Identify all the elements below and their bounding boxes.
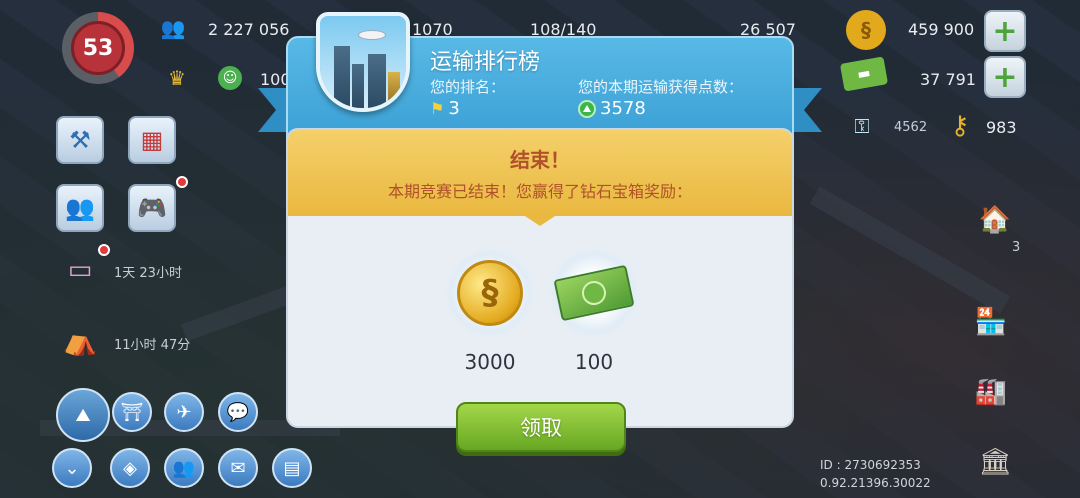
reward-amount: 3000 xyxy=(464,350,516,374)
chest-timer: 1天 23小时 xyxy=(114,266,182,281)
tent-icon[interactable]: ⛺ xyxy=(56,318,104,362)
version-text: 0.92.21396.30022 xyxy=(820,476,931,490)
simoleon-icon: § xyxy=(846,10,886,50)
chest-notification-dot xyxy=(98,244,110,256)
population-count: 2 227 056 xyxy=(208,20,290,39)
simoleons-count: 459 900 xyxy=(908,20,975,39)
club-button[interactable]: 👥 xyxy=(164,448,204,488)
treasure-chest-icon[interactable]: ▭ xyxy=(56,250,104,290)
result-banner: 结束！ 本期竞赛已结束！您赢得了钻石宝箱奖励： xyxy=(288,130,792,216)
factory-icon[interactable]: 🏭 xyxy=(964,370,1018,414)
golden-key-icon: ⚷ xyxy=(950,111,970,141)
cash-icon xyxy=(553,264,635,322)
notification-dot xyxy=(176,176,188,188)
rank-number: 3 xyxy=(448,98,460,119)
leaderboard-dialog: 运输排行榜 您的排名： ⚑ 3 您的本期运输获得点数： 3578 结束！ 本期竞… xyxy=(258,12,794,452)
collect-button[interactable]: 领取 xyxy=(456,402,626,452)
dialog-title: 运输排行榜 xyxy=(430,50,541,75)
golden-keys-count: 983 xyxy=(986,118,1017,137)
building-icon[interactable]: 🏠 xyxy=(970,200,1020,240)
shop-icon[interactable]: 🏪 xyxy=(964,300,1018,344)
contests-button[interactable]: 🎮 xyxy=(128,184,176,232)
banner-notch xyxy=(522,214,558,226)
end-message: 本期竞赛已结束！您赢得了钻石宝箱奖励： xyxy=(387,182,692,201)
add-simcash-button[interactable]: + xyxy=(984,56,1026,98)
stats-button[interactable]: ▤ xyxy=(272,448,312,488)
chat-button[interactable]: 💬 xyxy=(218,392,258,432)
rank-value: ⚑ 3 xyxy=(430,98,460,119)
reward-simcash: 100 xyxy=(544,248,644,374)
reward-amount: 100 xyxy=(574,350,614,374)
level-number: 53 xyxy=(71,21,125,75)
end-title: 结束！ xyxy=(510,148,570,172)
government-icon[interactable]: 🏛 xyxy=(968,440,1022,484)
calendar-button[interactable]: ▦ xyxy=(128,116,176,164)
points-icon xyxy=(578,99,596,118)
dialog-body: 结束！ 本期竞赛已结束！您赢得了钻石宝箱奖励： § 3000 100 xyxy=(286,128,794,428)
friends-button[interactable]: 👥 xyxy=(56,184,104,232)
player-id: ID : 2730692353 xyxy=(820,458,921,472)
vip-crown-icon[interactable]: ♛ xyxy=(150,58,204,98)
simcash-count: 37 791 xyxy=(920,70,976,89)
level-indicator[interactable]: 53 xyxy=(62,12,134,84)
collapse-button[interactable]: ⌄ xyxy=(52,448,92,488)
build-tools-button[interactable]: ⚒ xyxy=(56,116,104,164)
building-count: 3 xyxy=(1012,240,1021,255)
tent-timer: 11小时 47分 xyxy=(114,338,191,353)
population-icon: 👥 xyxy=(160,16,186,40)
region-button[interactable]: ⛰ xyxy=(56,388,110,442)
omega-button[interactable]: ◈ xyxy=(110,448,150,488)
coin-icon: § xyxy=(457,260,523,326)
airport-button[interactable]: ✈ xyxy=(164,392,204,432)
happiness-icon: ☺ xyxy=(218,66,242,90)
checkered-flag-icon: ⚑ xyxy=(430,99,445,118)
add-simoleons-button[interactable]: + xyxy=(984,10,1026,52)
tokyo-button[interactable]: ⛩ xyxy=(112,392,152,432)
points-value: 3578 xyxy=(578,98,646,119)
mail-button[interactable]: ✉ xyxy=(218,448,258,488)
transport-badge-icon xyxy=(316,12,410,112)
reward-simoleons: § 3000 xyxy=(440,248,540,374)
platinum-key-icon: ⚿ xyxy=(854,114,870,138)
platinum-keys-count: 4562 xyxy=(894,120,928,135)
rank-label: 您的排名： xyxy=(430,78,506,96)
points-number: 3578 xyxy=(600,98,646,119)
points-label: 您的本期运输获得点数： xyxy=(578,78,744,96)
